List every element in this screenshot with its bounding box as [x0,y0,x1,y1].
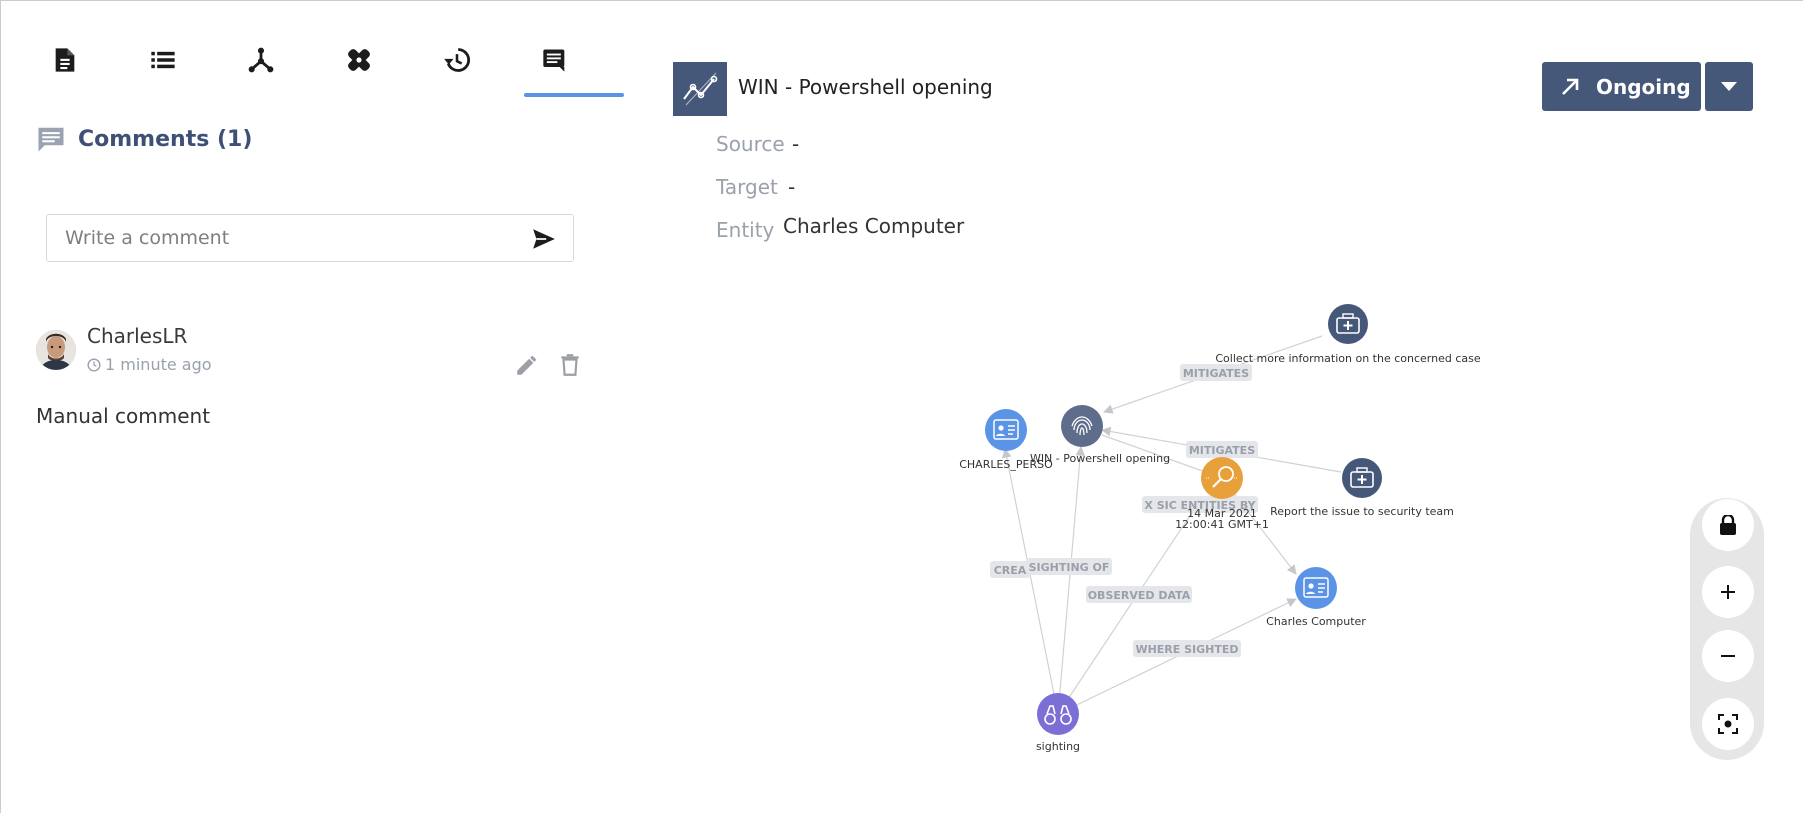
edge-line [1057,507,1196,715]
graph-edges [1001,335,1342,715]
edge-line [1001,448,1059,715]
edge-line [1057,446,1086,715]
node-sighting[interactable]: sighting [1036,693,1080,753]
node-collect[interactable]: Collect more information on the concerne… [1215,304,1481,365]
node-label-date-2: 12:00:41 GMT+1 [1175,518,1269,531]
edge-label-sighting-of: SIGHTING OF [1026,558,1112,575]
node-label-collect: Collect more information on the concerne… [1215,352,1481,365]
edge-label-where-sighted: WHERE SIGHTED [1133,640,1241,657]
edge-label-observed-data: OBSERVED DATA [1086,586,1192,603]
svg-text:OBSERVED DATA: OBSERVED DATA [1088,589,1191,602]
node-observable[interactable]: 14 Mar 2021 12:00:41 GMT+1 [1175,457,1269,531]
zoom-out-button[interactable] [1702,630,1754,682]
fit-view-button[interactable] [1702,698,1754,750]
node-report[interactable]: Report the issue to security team [1270,458,1454,518]
fit-icon [1718,714,1738,734]
zoom-in-button[interactable] [1702,566,1754,618]
node-label-charles-computer: Charles Computer [1266,615,1366,628]
knowledge-graph[interactable]: MITIGATES MITIGATES X SIC ENTITIES BY CR… [0,0,1804,814]
node-label-report: Report the issue to security team [1270,505,1454,518]
node-label-charles-perso: CHARLES_PERSO [959,458,1053,471]
zoom-out-icon [1721,655,1735,657]
zoom-in-icon [1721,585,1735,599]
node-label-sighting: sighting [1036,740,1080,753]
svg-text:SIGHTING OF: SIGHTING OF [1029,561,1110,574]
lock-graph-button[interactable] [1702,499,1754,551]
svg-text:CREA: CREA [994,564,1027,577]
edge-label-crea: CREA [990,561,1030,578]
node-charles-perso[interactable]: CHARLES_PERSO [959,409,1053,471]
edge-label-mitigates-1: MITIGATES [1180,364,1252,381]
svg-text:WHERE SIGHTED: WHERE SIGHTED [1135,643,1238,656]
svg-text:MITIGATES: MITIGATES [1183,367,1249,380]
lock-icon [1720,515,1736,535]
node-win[interactable]: WIN - Powershell opening [1030,405,1170,465]
edge-label-mitigates-2: MITIGATES [1186,441,1258,458]
svg-text:MITIGATES: MITIGATES [1189,444,1255,457]
node-charles-computer[interactable]: Charles Computer [1266,567,1366,628]
